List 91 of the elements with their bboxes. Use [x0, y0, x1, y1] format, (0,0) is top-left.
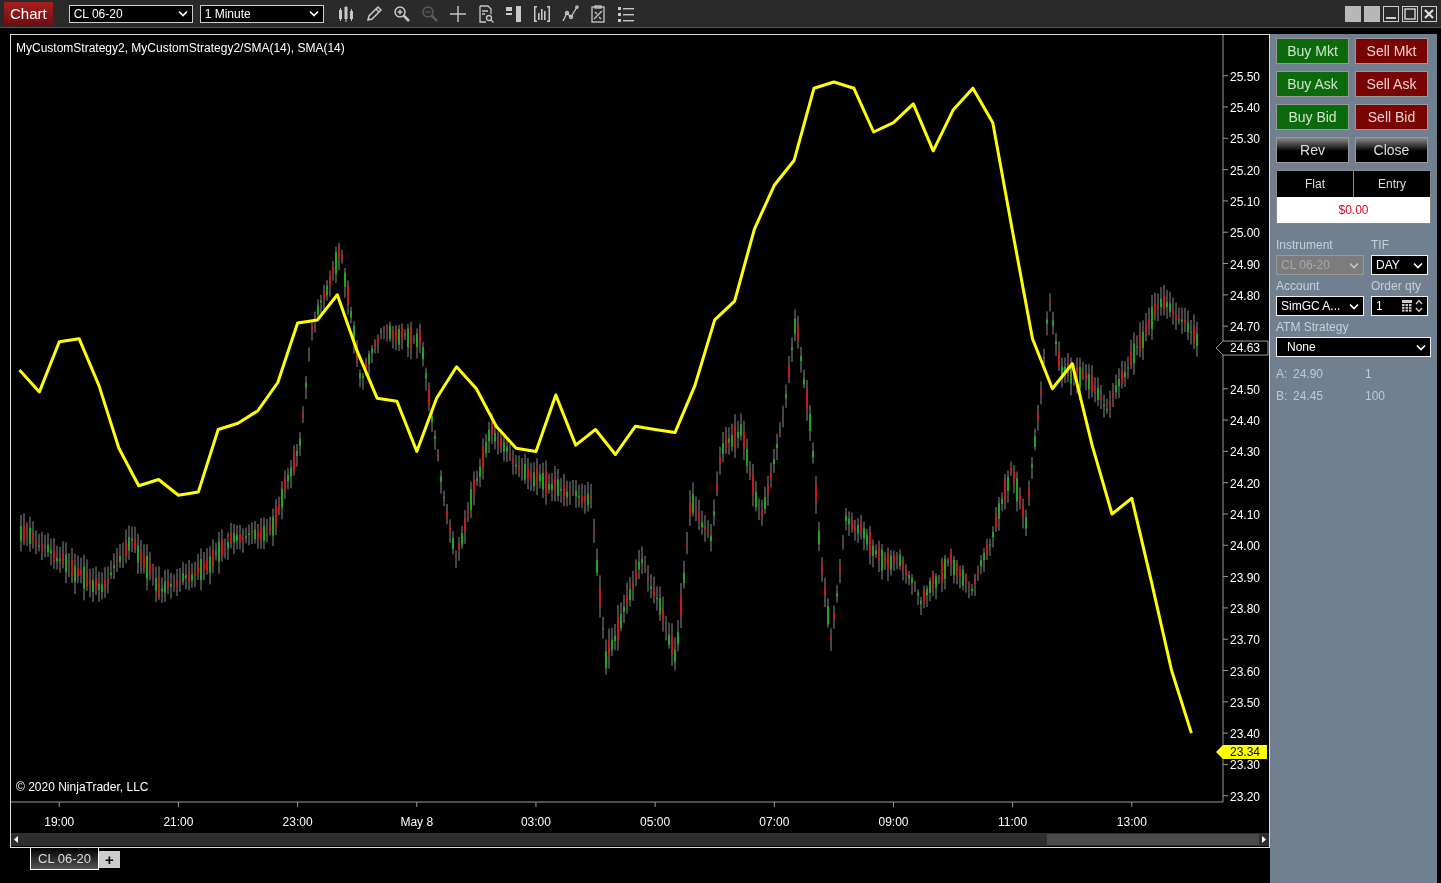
price-axis-label: 24.80 [1230, 288, 1261, 303]
price-axis-label: 24.50 [1230, 382, 1261, 397]
calculator-icon[interactable] [1402, 300, 1412, 312]
order-button[interactable]: Buy Ask [1276, 71, 1349, 97]
candlestick-icon[interactable] [336, 4, 355, 23]
horizontal-scrollbar[interactable] [11, 833, 1269, 846]
bar-chart-icon[interactable] [532, 4, 551, 23]
caret-icon [1349, 302, 1359, 310]
quote-label: A: [1276, 367, 1289, 381]
document-chart-icon[interactable] [588, 4, 607, 23]
interval-dropdown[interactable]: 1 Minute [199, 4, 324, 23]
dropdown-field[interactable]: None [1276, 337, 1431, 357]
order-button[interactable]: Sell Mkt [1355, 38, 1428, 64]
price-axis-label: 24.70 [1230, 320, 1261, 335]
pnl-value: $0.00 [1277, 197, 1430, 223]
field-label: Account [1276, 279, 1321, 293]
price-axis-label: 23.80 [1230, 601, 1261, 616]
line-chart-icon[interactable] [560, 4, 579, 23]
price-axis-label: 23.40 [1230, 727, 1261, 742]
time-axis-label: 23:00 [282, 815, 313, 829]
price-axis-label: 23.90 [1230, 570, 1261, 585]
price-marker: 23.34 [1216, 744, 1267, 759]
price-axis-label: 25.10 [1230, 194, 1261, 209]
zoom-in-icon[interactable] [392, 4, 411, 23]
time-axis-label: 07:00 [759, 815, 790, 829]
quote-price: 24.90 [1293, 367, 1325, 381]
order-button[interactable]: Rev [1276, 137, 1349, 163]
copyright-text: © 2020 NinjaTrader, LLC [16, 780, 149, 794]
instrument-dropdown[interactable]: CL 06-20 [68, 4, 193, 23]
window-tile-icon[interactable] [1364, 5, 1380, 22]
time-axis-label: 03:00 [520, 815, 551, 829]
order-button[interactable]: Sell Ask [1355, 71, 1428, 97]
price-axis-label: 25.50 [1230, 69, 1261, 84]
price-axis-label: 24.10 [1230, 508, 1261, 522]
price-axis-label: 23.60 [1230, 664, 1261, 679]
maximize-icon[interactable] [1402, 5, 1418, 22]
quote-size: 1 [1365, 367, 1372, 381]
position-header-cell-text: Entry [1377, 176, 1407, 193]
time-axis-label: 21:00 [163, 815, 194, 829]
caret-icon [1349, 261, 1359, 269]
price-axis-label: 23.20 [1230, 789, 1261, 804]
quote-label: B: [1276, 389, 1289, 403]
pencil-icon[interactable] [364, 4, 383, 23]
order-button[interactable]: Close [1355, 137, 1428, 163]
window-title: Chart [4, 2, 53, 25]
price-axis-label: 24.30 [1230, 445, 1261, 460]
price-axis-label: 25.40 [1230, 101, 1261, 115]
time-axis-label: 11:00 [998, 815, 1028, 829]
window-tile-icon[interactable] [1345, 5, 1361, 22]
time-axis-label: 09:00 [878, 815, 909, 829]
minimize-icon[interactable] [1383, 5, 1399, 22]
indicator-legend: MyCustomStrategy2, MyCustomStrategy2/SMA(14), SMA(14) [16, 41, 345, 55]
caret-icon [177, 10, 188, 17]
price-axis-label: 23.30 [1230, 758, 1261, 773]
up-down-arrows-icon[interactable] [1415, 299, 1423, 313]
dropdown-field[interactable]: SimGC A... [1276, 296, 1364, 316]
panel-layout-icon[interactable] [504, 4, 523, 23]
quote-price: 24.45 [1293, 389, 1325, 403]
caret-icon [308, 10, 319, 17]
price-axis-label: 25.20 [1230, 163, 1261, 178]
price-axis-label: 25.00 [1230, 226, 1261, 241]
close-icon[interactable] [1421, 5, 1437, 22]
caret-icon [1416, 343, 1426, 351]
price-marker: 24.63 [1215, 340, 1269, 356]
time-axis-label: 05:00 [640, 815, 671, 829]
quote-size: 100 [1365, 389, 1386, 403]
time-axis-label: 13:00 [1116, 815, 1147, 829]
price-axis-label: 23.50 [1230, 695, 1261, 710]
price-axis-label: 23.70 [1230, 633, 1261, 648]
order-button[interactable]: Buy Mkt [1276, 38, 1349, 64]
price-axis-label: 24.00 [1230, 539, 1261, 554]
price-axis-label: 24.90 [1230, 257, 1261, 272]
dropdown-field[interactable]: DAY [1371, 255, 1428, 275]
caret-icon [1413, 261, 1423, 269]
quantity-spinner[interactable]: 1 [1371, 296, 1428, 316]
list-icon[interactable] [616, 4, 635, 23]
field-label: TIF [1371, 238, 1390, 252]
order-button[interactable]: Buy Bid [1276, 104, 1349, 130]
add-tab-button[interactable]: + [99, 851, 120, 868]
price-axis-label: 24.20 [1230, 476, 1261, 491]
price-axis-label: 24.40 [1230, 414, 1261, 429]
field-label: Instrument [1276, 238, 1334, 252]
crosshair-icon[interactable] [448, 4, 467, 23]
field-label: ATM Strategy [1276, 320, 1350, 334]
time-axis-label: May 8 [400, 815, 434, 829]
time-axis-label: 19:00 [44, 815, 75, 829]
document-search-icon[interactable] [476, 4, 495, 23]
field-label: Order qty [1371, 279, 1422, 293]
instrument-tab[interactable]: CL 06-20 [30, 848, 99, 870]
price-axis-label: 25.30 [1230, 132, 1261, 147]
order-button[interactable]: Sell Bid [1355, 104, 1428, 130]
